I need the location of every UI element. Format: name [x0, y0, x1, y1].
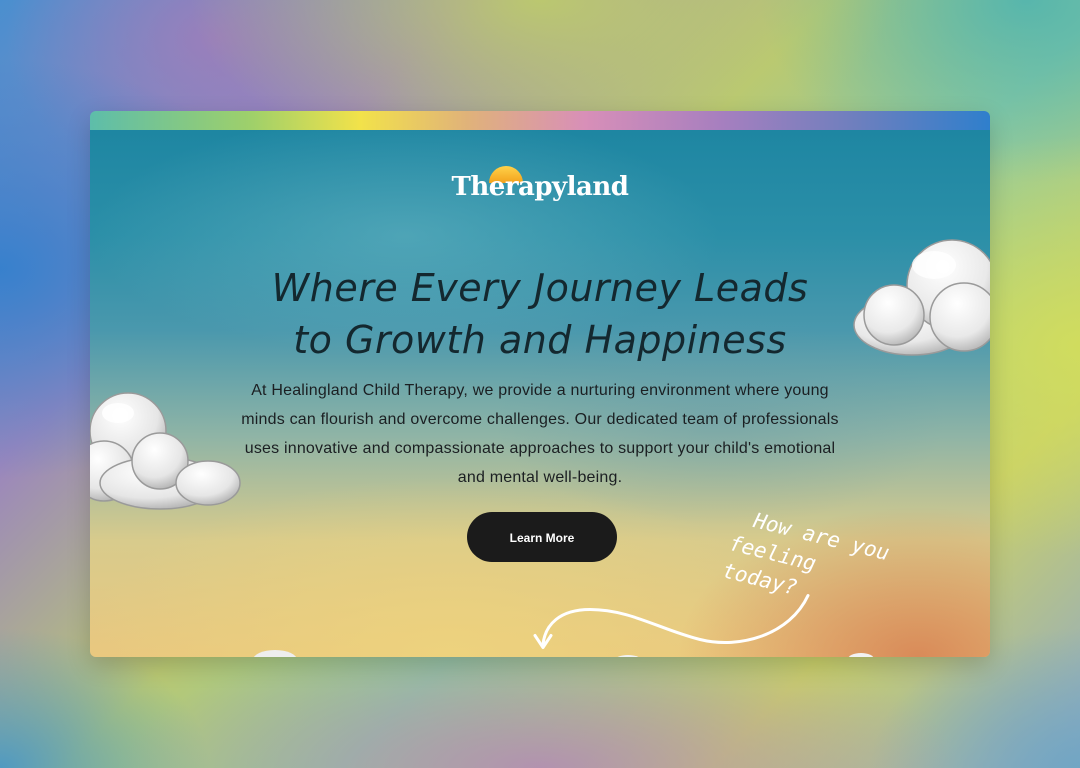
cloud-icon [848, 653, 874, 657]
hero-headline: Where Every Journey Leads to Growth and … [90, 262, 990, 366]
hero-description: At Healingland Child Therapy, we provide… [241, 382, 839, 486]
headline-line-1: Where Every Journey Leads [271, 266, 809, 310]
handwritten-note: How are you feeling today? [720, 502, 905, 621]
cloud-icon [254, 650, 296, 657]
headline-line-2: to Growth and Happiness [293, 318, 787, 362]
cloud-icon [90, 392, 241, 510]
logo-text: Therapyland [451, 172, 629, 202]
cloud-icon [617, 655, 639, 657]
hero-section: Therapyland Where Every Journey Leads to… [90, 130, 990, 657]
gradient-top-bar [90, 111, 990, 130]
logo-wordmark: Therapyland [451, 166, 629, 202]
hero-card: Therapyland Where Every Journey Leads to… [90, 111, 990, 657]
brand-logo[interactable]: Therapyland [90, 166, 990, 202]
learn-more-button[interactable]: Learn More [467, 512, 617, 562]
